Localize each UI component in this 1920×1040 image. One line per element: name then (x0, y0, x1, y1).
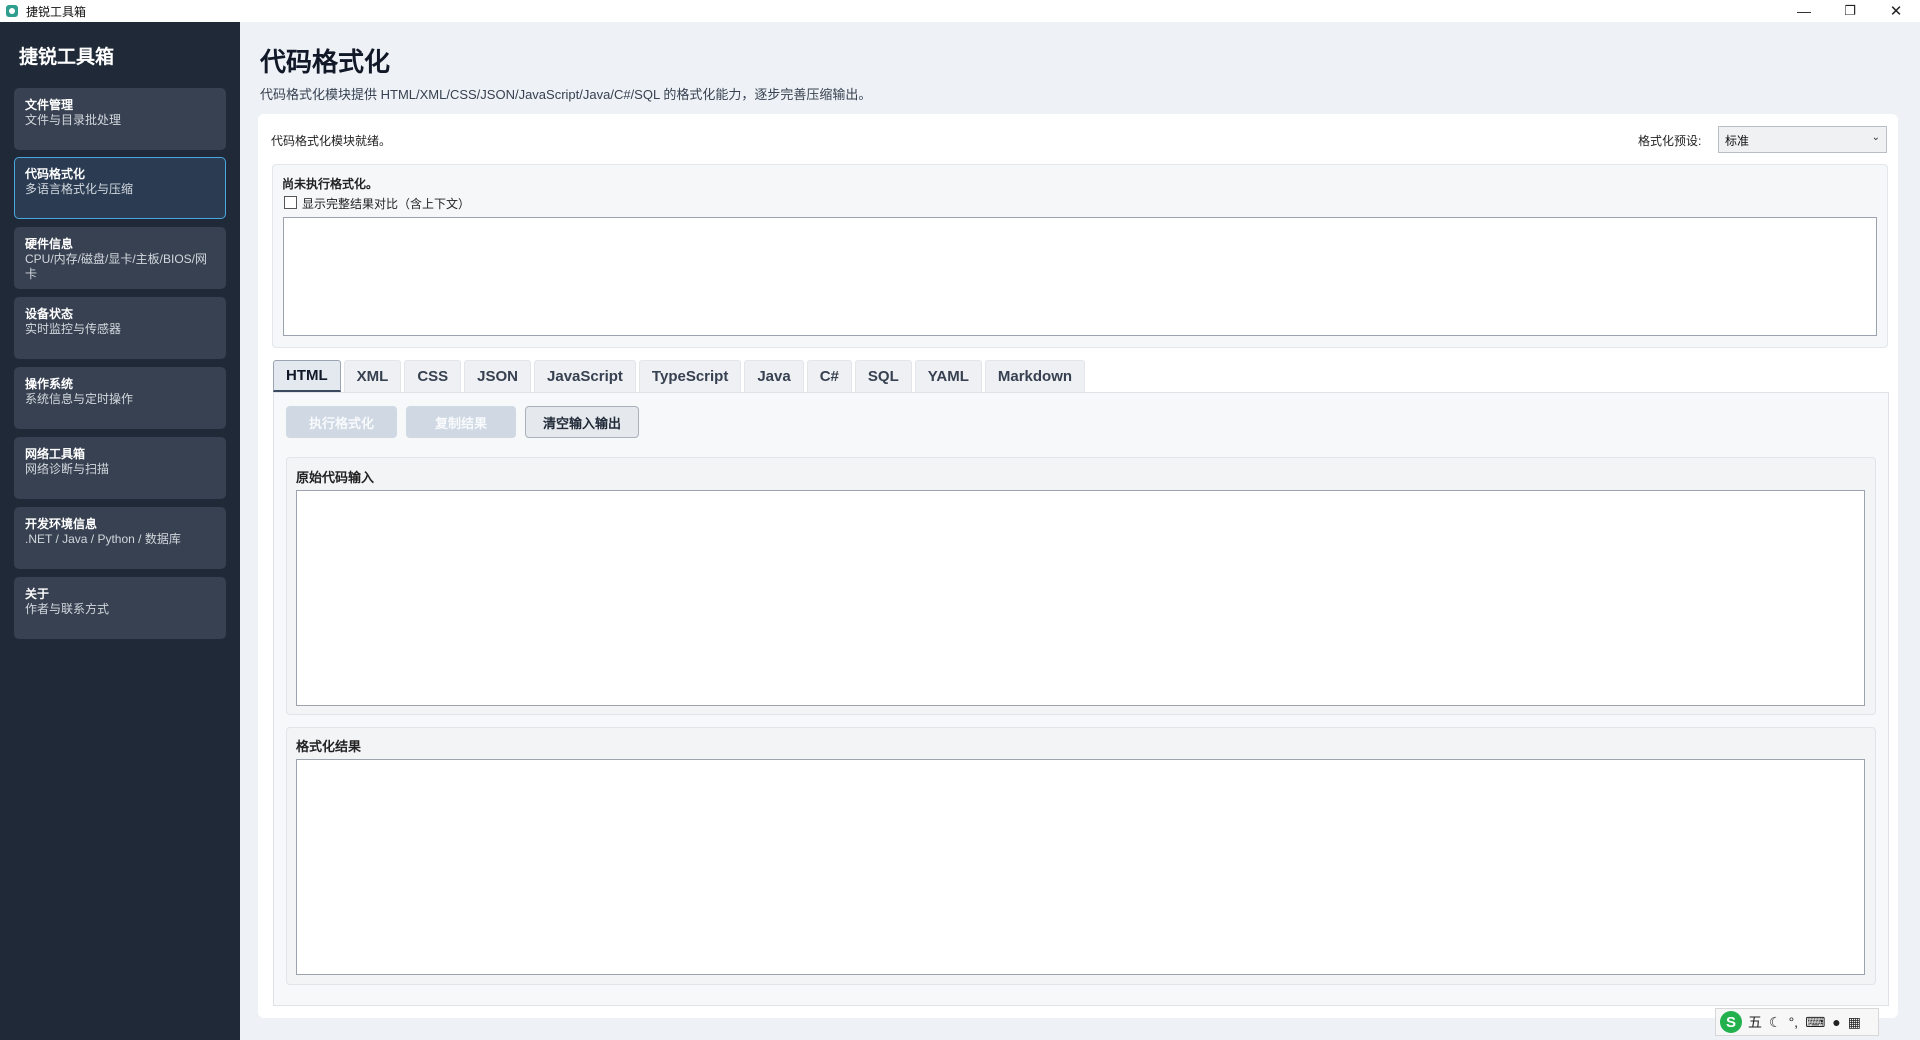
sidebar-item-network-tools[interactable]: 网络工具箱 网络诊断与扫描 (14, 437, 226, 499)
output-label: 格式化结果 (296, 739, 362, 754)
preset-label: 格式化预设: (1638, 134, 1702, 148)
compare-status: 尚未执行格式化。 (282, 177, 379, 191)
sidebar-item-title: 网络工具箱 (25, 447, 86, 461)
sidebar-item-os[interactable]: 操作系统 系统信息与定时操作 (14, 367, 226, 429)
sogou-logo-icon[interactable]: S (1720, 1011, 1742, 1033)
sidebar-item-title: 操作系统 (25, 377, 74, 391)
window-title: 捷锐工具箱 (26, 4, 87, 19)
sidebar-item-hardware-info[interactable]: 硬件信息 CPU/内存/磁盘/显卡/主板/BIOS/网卡 (14, 227, 226, 289)
tab-json[interactable]: JSON (464, 360, 532, 392)
sidebar-item-title: 代码格式化 (25, 167, 86, 181)
user-icon[interactable]: ● (1832, 1014, 1840, 1030)
copy-result-button[interactable]: 复制结果 (406, 406, 516, 438)
title-bar: 捷锐工具箱 (0, 0, 1920, 22)
sidebar-item-title: 硬件信息 (25, 237, 74, 251)
module-status: 代码格式化模块就绪。 (271, 134, 392, 148)
tab-csharp[interactable]: C# (806, 360, 852, 392)
sidebar-item-subtitle: 实时监控与传感器 (25, 322, 122, 336)
app-icon (6, 5, 18, 17)
language-tabs: HTML XML CSS JSON JavaScript TypeScript … (273, 360, 1088, 392)
tab-sql[interactable]: SQL (854, 360, 912, 392)
tab-markdown[interactable]: Markdown (984, 360, 1086, 392)
sidebar-item-file-management[interactable]: 文件管理 文件与目录批处理 (14, 88, 226, 150)
run-format-button[interactable]: 执行格式化 (286, 406, 397, 438)
preset-select-value: 标准 (1725, 134, 1750, 148)
sidebar-item-subtitle: CPU/内存/磁盘/显卡/主板/BIOS/网卡 (25, 252, 208, 281)
full-compare-checkbox-label[interactable]: 显示完整结果对比（含上下文） (302, 195, 470, 212)
sidebar-item-device-status[interactable]: 设备状态 实时监控与传感器 (14, 297, 226, 359)
tab-typescript[interactable]: TypeScript (638, 360, 742, 392)
tab-yaml[interactable]: YAML (914, 360, 982, 392)
ime-mode-indicator[interactable]: 五 (1748, 1012, 1762, 1032)
restore-button[interactable]: ❐ (1827, 0, 1873, 22)
input-label: 原始代码输入 (296, 470, 375, 485)
clear-button[interactable]: 清空输入输出 (525, 406, 639, 438)
page-description: 代码格式化模块提供 HTML/XML/CSS/JSON/JavaScript/J… (260, 87, 872, 102)
sidebar-item-subtitle: 多语言格式化与压缩 (25, 182, 134, 196)
sidebar-item-title: 文件管理 (25, 98, 74, 112)
page-title: 代码格式化 (260, 47, 391, 77)
sidebar-item-subtitle: 作者与联系方式 (25, 602, 110, 616)
tab-xml[interactable]: XML (343, 360, 402, 392)
sidebar-item-code-format[interactable]: 代码格式化 多语言格式化与压缩 (14, 157, 226, 219)
chevron-down-icon: ⌄ (1871, 132, 1880, 143)
compare-output-box[interactable] (283, 217, 1877, 336)
sidebar-item-title: 开发环境信息 (25, 517, 98, 531)
sidebar-item-about[interactable]: 关于 作者与联系方式 (14, 577, 226, 639)
sidebar-item-title: 设备状态 (25, 307, 74, 321)
tab-javascript[interactable]: JavaScript (534, 360, 636, 392)
sidebar-item-title: 关于 (25, 587, 50, 601)
formatted-result-output[interactable] (296, 759, 1865, 975)
sidebar-item-subtitle: 系统信息与定时操作 (25, 392, 134, 406)
source-code-input[interactable] (296, 490, 1865, 706)
moon-icon[interactable]: ☾ (1769, 1014, 1782, 1031)
tab-html[interactable]: HTML (273, 360, 341, 392)
tab-css[interactable]: CSS (404, 360, 462, 392)
keyboard-icon[interactable]: ⌨ (1805, 1014, 1825, 1031)
sidebar: 捷锐工具箱 文件管理 文件与目录批处理 代码格式化 多语言格式化与压缩 硬件信息… (0, 22, 240, 1040)
minimize-button[interactable]: — (1781, 0, 1827, 22)
full-compare-checkbox[interactable] (284, 196, 297, 209)
sidebar-item-dev-env[interactable]: 开发环境信息 .NET / Java / Python / 数据库 (14, 507, 226, 569)
punctuation-icon[interactable]: °, (1789, 1014, 1799, 1030)
sidebar-item-subtitle: .NET / Java / Python / 数据库 (25, 532, 181, 546)
tab-java[interactable]: Java (744, 360, 804, 392)
close-button[interactable]: ✕ (1873, 0, 1919, 22)
sidebar-item-subtitle: 网络诊断与扫描 (25, 462, 110, 476)
ime-toolbar: S 五 ☾ °, ⌨ ● ▦ (1715, 1008, 1879, 1036)
grid-icon[interactable]: ▦ (1848, 1014, 1861, 1031)
preset-select[interactable]: 标准 ⌄ (1718, 126, 1887, 153)
sidebar-item-subtitle: 文件与目录批处理 (25, 113, 122, 127)
sidebar-brand: 捷锐工具箱 (19, 47, 115, 68)
